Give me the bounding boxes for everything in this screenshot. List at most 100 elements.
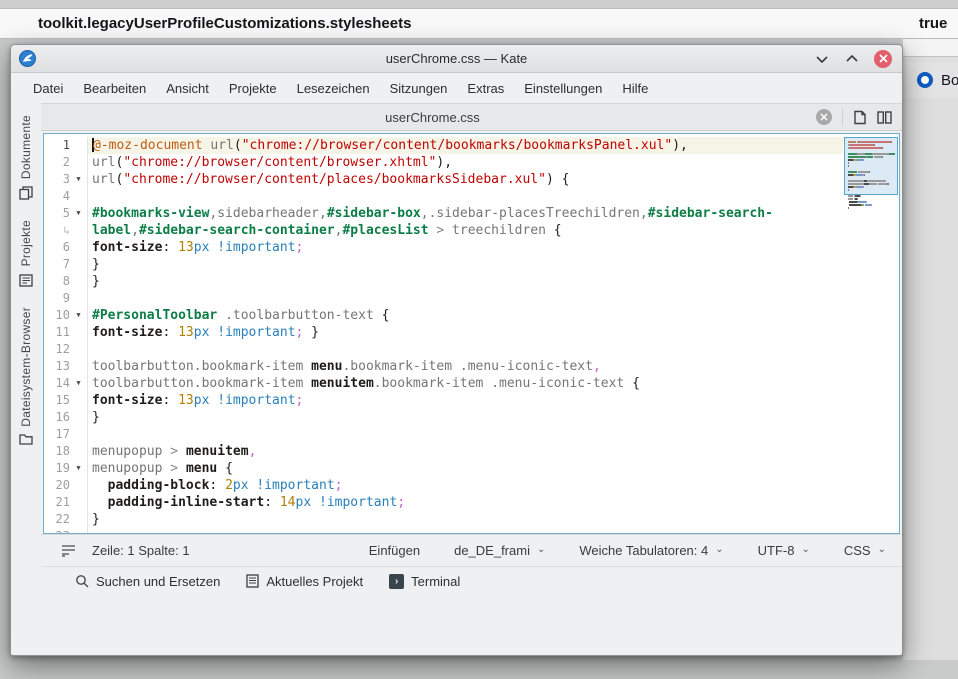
status-item-label: CSS bbox=[844, 543, 871, 558]
code-row: 8} bbox=[44, 273, 843, 290]
line-number: 12 bbox=[44, 341, 70, 358]
pref-value: true bbox=[919, 15, 947, 32]
dock-tab-label: Dateisystem-Browser bbox=[19, 307, 33, 427]
line-number: 2 bbox=[44, 154, 70, 171]
toolview-button-aktuelles-projekt[interactable]: Aktuelles Projekt bbox=[246, 574, 363, 589]
minimap-scrollbar[interactable] bbox=[843, 134, 899, 533]
line-number: 8 bbox=[44, 273, 70, 290]
menu-lesezeichen[interactable]: Lesezeichen bbox=[287, 77, 380, 100]
fold-marker-icon[interactable]: ▼ bbox=[70, 205, 87, 222]
status-utf-8[interactable]: UTF-8⌄ bbox=[758, 543, 810, 558]
fold-column bbox=[70, 273, 87, 290]
menu-bearbeiten[interactable]: Bearbeiten bbox=[73, 77, 156, 100]
fold-column bbox=[70, 188, 87, 205]
aboutconfig-pref-row[interactable]: toolkit.legacyUserProfileCustomizations.… bbox=[0, 8, 958, 39]
menu-sitzungen[interactable]: Sitzungen bbox=[380, 77, 458, 100]
code-line-text bbox=[87, 528, 843, 533]
code-line-text: padding-inline-start: 14px !important; bbox=[87, 494, 843, 511]
menu-extras[interactable]: Extras bbox=[457, 77, 514, 100]
status-weiche-tabulatoren-4[interactable]: Weiche Tabulatoren: 4⌄ bbox=[579, 543, 723, 558]
code-row: 2 url("chrome://browser/content/browser.x… bbox=[44, 154, 843, 171]
close-button[interactable] bbox=[874, 50, 892, 68]
dock-tab-dokumente[interactable]: Dokumente bbox=[19, 115, 33, 200]
split-view-icon[interactable] bbox=[877, 111, 892, 124]
line-number: 22 bbox=[44, 511, 70, 528]
background-strip bbox=[0, 0, 958, 8]
code-row: 19▼menupopup > menu { bbox=[44, 460, 843, 477]
wrap-indicator: ↳ bbox=[44, 222, 70, 239]
fold-marker-icon[interactable]: ▼ bbox=[70, 307, 87, 324]
dock-tab-dateisystem-browser[interactable]: Dateisystem-Browser bbox=[19, 307, 33, 446]
text-editor[interactable]: 1@-moz-document url("chrome://browser/co… bbox=[43, 133, 900, 534]
radio-selected-icon[interactable] bbox=[917, 72, 933, 88]
line-number: 4 bbox=[44, 188, 70, 205]
toolview-button-terminal[interactable]: ›Terminal bbox=[389, 574, 460, 589]
line-number: 10 bbox=[44, 307, 70, 324]
menu-hilfe[interactable]: Hilfe bbox=[612, 77, 658, 100]
code-row: 5▼#bookmarks-view,sidebarheader,#sidebar… bbox=[44, 205, 843, 222]
code-area[interactable]: 1@-moz-document url("chrome://browser/co… bbox=[44, 134, 843, 533]
status-einf-gen[interactable]: Einfügen bbox=[369, 543, 420, 558]
line-number: 11 bbox=[44, 324, 70, 341]
toolview-button-suchen-und-ersetzen[interactable]: Suchen und Ersetzen bbox=[75, 574, 220, 589]
status-item-label: de_DE_frami bbox=[454, 543, 530, 558]
code-line-text: } bbox=[87, 256, 843, 273]
line-number: 20 bbox=[44, 477, 70, 494]
code-row: 14▼toolbarbutton.bookmark-item menuitem.… bbox=[44, 375, 843, 392]
new-document-icon[interactable] bbox=[853, 110, 867, 125]
fold-column bbox=[70, 392, 87, 409]
code-line-text: url("chrome://browser/content/browser.xh… bbox=[87, 154, 843, 171]
code-line-text bbox=[87, 341, 843, 358]
word-wrap-indicator-icon[interactable] bbox=[61, 544, 76, 557]
documents-icon bbox=[19, 186, 33, 200]
minimize-button[interactable] bbox=[814, 51, 830, 67]
line-number: 23 bbox=[44, 528, 70, 533]
menu-datei[interactable]: Datei bbox=[23, 77, 73, 100]
code-row: 3▼url("chrome://browser/content/places/b… bbox=[44, 171, 843, 188]
terminal-icon: › bbox=[389, 574, 404, 589]
fold-marker-icon[interactable]: ▼ bbox=[70, 460, 87, 477]
line-number: 3 bbox=[44, 171, 70, 188]
status-css[interactable]: CSS ⌄ bbox=[844, 543, 886, 558]
code-line-text: menupopup > menu { bbox=[87, 460, 843, 477]
fold-column bbox=[70, 409, 87, 426]
screen: toolkit.legacyUserProfileCustomizations.… bbox=[0, 0, 958, 679]
menu-projekte[interactable]: Projekte bbox=[219, 77, 287, 100]
fold-column bbox=[70, 511, 87, 528]
code-row: 7} bbox=[44, 256, 843, 273]
code-row: ↳label,#sidebar-search-container,#places… bbox=[44, 222, 843, 239]
cursor-position[interactable]: Zeile: 1 Spalte: 1 bbox=[92, 543, 190, 558]
status-item-label: Einfügen bbox=[369, 543, 420, 558]
pref-name: toolkit.legacyUserProfileCustomizations.… bbox=[38, 15, 411, 32]
line-number: 15 bbox=[44, 392, 70, 409]
document-tabbar[interactable]: userChrome.css bbox=[41, 103, 902, 131]
menu-ansicht[interactable]: Ansicht bbox=[156, 77, 219, 100]
fold-marker-icon[interactable]: ▼ bbox=[70, 171, 87, 188]
menubar: DateiBearbeitenAnsichtProjekteLesezeiche… bbox=[11, 73, 902, 103]
menu-einstellungen[interactable]: Einstellungen bbox=[514, 77, 612, 100]
toolview-button-label: Suchen und Ersetzen bbox=[96, 574, 220, 589]
line-number: 9 bbox=[44, 290, 70, 307]
maximize-button[interactable] bbox=[844, 51, 860, 67]
fold-column bbox=[70, 137, 87, 154]
line-number: 6 bbox=[44, 239, 70, 256]
code-row: 23 bbox=[44, 528, 843, 533]
line-number: 5 bbox=[44, 205, 70, 222]
dock-tab-projekte[interactable]: Projekte bbox=[19, 220, 33, 286]
bottom-toolbar: Suchen und Ersetzen Aktuelles Projekt ›Ter… bbox=[41, 566, 902, 595]
chevron-down-icon: ⌄ bbox=[878, 544, 886, 555]
dock-tab-label: Dokumente bbox=[19, 115, 33, 179]
tab-title[interactable]: userChrome.css bbox=[41, 110, 824, 125]
line-number: 16 bbox=[44, 409, 70, 426]
status-de-de-frami[interactable]: de_DE_frami⌄ bbox=[454, 543, 545, 558]
project-list-icon bbox=[19, 274, 33, 287]
dock-tab-label: Projekte bbox=[19, 220, 33, 266]
boolean-radio-row[interactable]: Bo bbox=[903, 62, 958, 98]
code-row: 12 bbox=[44, 341, 843, 358]
code-line-text bbox=[87, 188, 843, 205]
fold-column bbox=[70, 528, 87, 533]
fold-column bbox=[70, 324, 87, 341]
fold-marker-icon[interactable]: ▼ bbox=[70, 375, 87, 392]
titlebar[interactable]: userChrome.css — Kate bbox=[11, 45, 902, 73]
chevron-down-icon: ⌄ bbox=[715, 544, 723, 555]
